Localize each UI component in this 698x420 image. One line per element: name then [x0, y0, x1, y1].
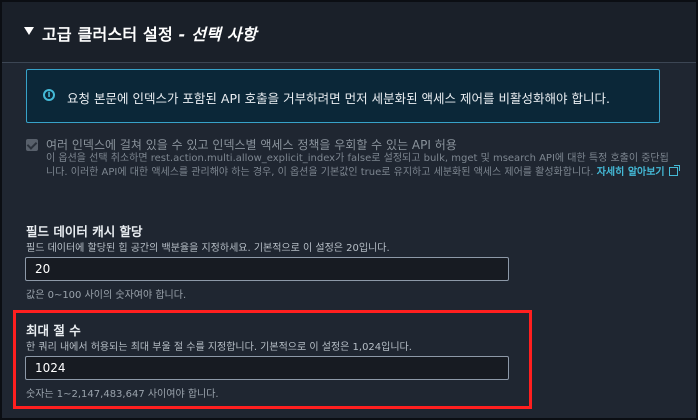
fielddata-label: 필드 데이터 캐시 할당 — [26, 224, 143, 239]
section-title-optional: - 선택 사항 — [172, 25, 257, 44]
info-alert-text: 요청 본문에 인덱스가 포함된 API 호출을 거부하려면 먼저 세분화된 액세… — [67, 91, 610, 106]
max-clause-label: 최대 절 수 — [26, 323, 81, 338]
fielddata-input[interactable] — [25, 257, 509, 281]
info-alert: i 요청 본문에 인덱스가 포함된 API 호출을 거부하려면 먼저 세분화된 … — [26, 69, 660, 123]
section-title[interactable]: 고급 클러스터 설정 - 선택 사항 — [42, 21, 257, 45]
info-icon: i — [43, 89, 55, 101]
caret-down-icon[interactable] — [24, 27, 34, 35]
section-header[interactable]: 고급 클러스터 설정 - 선택 사항 — [2, 2, 696, 63]
max-clause-hint: 숫자는 1~2,147,483,647 사이여야 합니다. — [26, 389, 219, 400]
max-clause-input[interactable] — [25, 356, 509, 380]
allow-index-checkbox[interactable] — [26, 139, 38, 151]
fielddata-hint: 값은 0~100 사이의 숫자여야 합니다. — [26, 290, 187, 301]
learn-more-link[interactable]: 자세히 알아보기 — [597, 165, 680, 178]
max-clause-description: 한 쿼리 내에서 허용되는 최대 부울 절 수를 지정합니다. 기본적으로 이 … — [26, 342, 412, 353]
advanced-cluster-settings-panel: 고급 클러스터 설정 - 선택 사항 i 요청 본문에 인덱스가 포함된 API… — [0, 0, 698, 420]
allow-index-label: 여러 인덱스에 걸쳐 있을 수 있고 인덱스별 액세스 정책을 우회할 수 있는… — [46, 138, 457, 152]
allow-index-description: 이 옵션을 선택 취소하면 rest.action.multi.allow_ex… — [46, 152, 680, 180]
fielddata-description: 필드 데이터에 할당된 힙 공간의 백분율을 지정하세요. 기본적으로 이 설정… — [26, 243, 390, 254]
external-link-icon — [668, 165, 680, 176]
